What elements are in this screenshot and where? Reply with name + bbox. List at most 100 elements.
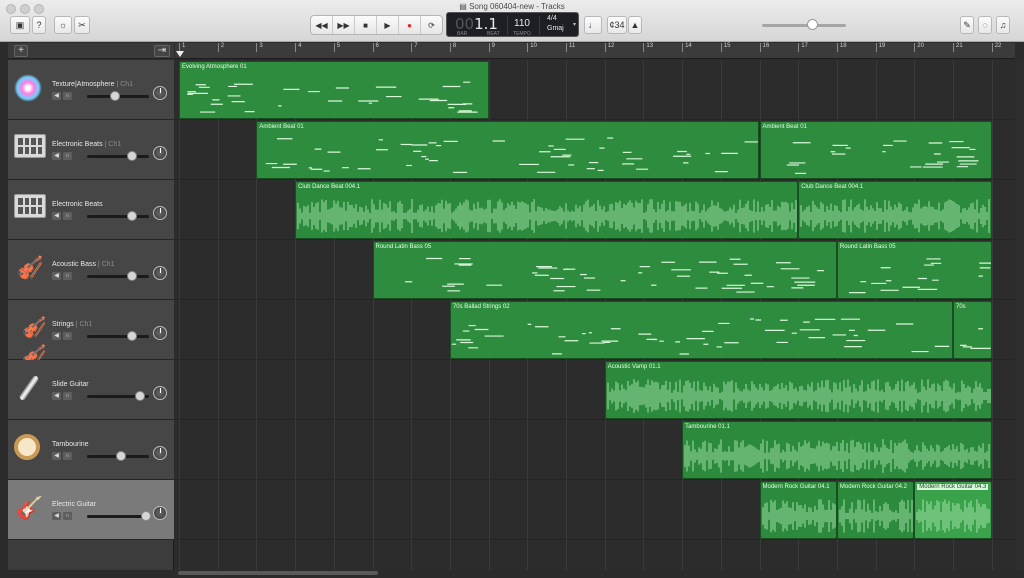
playhead-marker[interactable]	[176, 51, 184, 57]
track-volume-slider[interactable]	[87, 451, 149, 461]
track-volume-slider[interactable]	[87, 331, 149, 341]
headphones-icon[interactable]: ∩	[63, 332, 72, 340]
track-name[interactable]: Tambourine	[52, 441, 89, 448]
headphones-icon[interactable]: ∩	[63, 272, 72, 280]
mute-button[interactable]: ◀	[52, 92, 61, 100]
region-audio[interactable]: Acoustic Vamp 01.1	[604, 361, 992, 419]
track-name[interactable]: Strings | Ch1	[52, 321, 92, 328]
lcd-mode-dropdown[interactable]: ▾	[570, 14, 579, 36]
region-audio[interactable]: Modern Rock Guitar 04.1	[759, 481, 837, 539]
headphones-icon[interactable]: ∩	[63, 152, 72, 160]
region-content	[800, 199, 990, 233]
mute-button[interactable]: ◀	[52, 212, 61, 220]
headphones-icon[interactable]: ∩	[63, 512, 72, 520]
region-audio[interactable]: Tambourine 01.1	[682, 421, 992, 479]
track-header[interactable]: Tambourine ◀ ∩	[8, 420, 174, 480]
track-volume-knob[interactable]	[126, 331, 137, 341]
headphones-icon[interactable]: ∩	[63, 212, 72, 220]
media-browser-button[interactable]: ♫	[996, 16, 1010, 34]
region-midi[interactable]: 70s Ballad Strings 02	[449, 301, 953, 359]
track-name[interactable]: Electronic Beats | Ch1	[52, 141, 121, 148]
region-label: 70s	[956, 304, 966, 310]
tuner-button[interactable]: ♩	[584, 16, 602, 34]
track-volume-knob[interactable]	[109, 91, 120, 101]
track-header[interactable]: 🎸 Electric Guitar ◀ ∩	[8, 480, 174, 540]
region-audio[interactable]: Club Dance Beat 004.1	[798, 181, 992, 239]
track-volume-slider[interactable]	[87, 151, 149, 161]
record-button[interactable]: ●	[399, 16, 421, 34]
count-in-button[interactable]: ¢34	[607, 16, 627, 34]
headphones-icon[interactable]: ∩	[63, 452, 72, 460]
region-audio[interactable]: Club Dance Beat 004.1	[295, 181, 799, 239]
track-volume-knob[interactable]	[126, 151, 137, 161]
track-volume-knob[interactable]	[116, 451, 127, 461]
smart-controls-button[interactable]: ☼	[54, 16, 72, 34]
track-volume-slider[interactable]	[87, 271, 149, 281]
headphones-icon[interactable]: ∩	[63, 92, 72, 100]
add-track-button[interactable]: +	[14, 45, 28, 57]
timeline-ruler[interactable]: 1 2 3 4 5 6 7 8 9 10 11 12 13 14 15 16 17 18 19 20 21 22	[175, 43, 1015, 59]
forward-button[interactable]: ▶▶	[333, 16, 355, 34]
region-audio[interactable]: Modern Rock Guitar 04.3	[914, 481, 992, 539]
mute-button[interactable]: ◀	[52, 152, 61, 160]
track-volume-slider[interactable]	[87, 511, 151, 521]
pan-knob[interactable]	[153, 446, 167, 460]
catch-playhead-button[interactable]: ⇥	[154, 45, 170, 57]
rewind-button[interactable]: ◀◀	[311, 16, 333, 34]
loops-button[interactable]: ◌	[978, 16, 992, 34]
track-name[interactable]: Texture|Atmosphere | Ch1	[52, 81, 133, 88]
track-volume-slider[interactable]	[87, 211, 149, 221]
track-header[interactable]: 🎻🎻 Strings | Ch1 ◀ ∩	[8, 300, 174, 367]
lcd-divider	[507, 16, 508, 35]
cycle-button[interactable]: ⟳	[421, 16, 442, 34]
arrangement-area[interactable]: Evolving Atmosphere 01 Ambient Beat 01 Amb…	[175, 60, 1015, 570]
track-header[interactable]: Electronic Beats | Ch1 ◀ ∩	[8, 120, 174, 180]
editors-button[interactable]: ✂	[74, 16, 90, 34]
library-button[interactable]: ▣	[10, 16, 30, 34]
region-midi[interactable]: Round Latin Bass 05	[372, 241, 837, 299]
region-midi[interactable]: Evolving Atmosphere 01	[179, 61, 489, 119]
pan-knob[interactable]	[153, 86, 167, 100]
synth-sparkle-icon	[14, 74, 46, 104]
region-midi[interactable]: 70s	[953, 301, 992, 359]
master-volume-slider[interactable]	[762, 24, 846, 27]
mute-button[interactable]: ◀	[52, 512, 61, 520]
track-volume-slider[interactable]	[87, 91, 149, 101]
lcd-display[interactable]: 001.1 BAR BEAT 110 TEMPO 4/4 Gmaj	[446, 12, 579, 37]
track-name[interactable]: Electric Guitar	[52, 501, 96, 508]
track-volume-knob[interactable]	[126, 271, 137, 281]
mute-button[interactable]: ◀	[52, 272, 61, 280]
track-volume-slider[interactable]	[87, 391, 149, 401]
notepad-button[interactable]: ✎	[960, 16, 974, 34]
track-header[interactable]: 🎻 Acoustic Bass | Ch1 ◀ ∩	[8, 240, 174, 300]
mute-button[interactable]: ◀	[52, 452, 61, 460]
region-midi[interactable]: Ambient Beat 01	[759, 121, 992, 179]
master-volume-knob[interactable]	[807, 19, 819, 30]
region-midi[interactable]: Ambient Beat 01	[256, 121, 760, 179]
metronome-button[interactable]: ▲	[628, 16, 642, 34]
track-header[interactable]: Slide Guitar ◀ ∩	[8, 360, 174, 420]
pan-knob[interactable]	[153, 266, 167, 280]
pan-knob[interactable]	[153, 506, 167, 520]
track-header[interactable]: Electronic Beats ◀ ∩	[8, 180, 174, 240]
region-audio[interactable]: Modern Rock Guitar 04.2	[836, 481, 915, 539]
track-name[interactable]: Electronic Beats	[52, 201, 103, 208]
pan-knob[interactable]	[153, 386, 167, 400]
track-name[interactable]: Acoustic Bass | Ch1	[52, 261, 115, 268]
track-volume-knob[interactable]	[126, 211, 137, 221]
help-button[interactable]: ?	[32, 16, 46, 34]
region-midi[interactable]: Round Latin Bass 05	[836, 241, 992, 299]
pan-knob[interactable]	[153, 326, 167, 340]
track-header[interactable]: Texture|Atmosphere | Ch1 ◀ ∩	[8, 60, 174, 120]
pan-knob[interactable]	[153, 206, 167, 220]
stop-button[interactable]: ■	[355, 16, 377, 34]
track-volume-knob[interactable]	[134, 391, 145, 401]
headphones-icon[interactable]: ∩	[63, 392, 72, 400]
track-volume-knob[interactable]	[140, 511, 151, 521]
horizontal-scrollbar[interactable]	[178, 571, 378, 575]
track-name[interactable]: Slide Guitar	[52, 381, 89, 388]
play-button[interactable]: ▶	[377, 16, 399, 34]
mute-button[interactable]: ◀	[52, 332, 61, 340]
mute-button[interactable]: ◀	[52, 392, 61, 400]
pan-knob[interactable]	[153, 146, 167, 160]
